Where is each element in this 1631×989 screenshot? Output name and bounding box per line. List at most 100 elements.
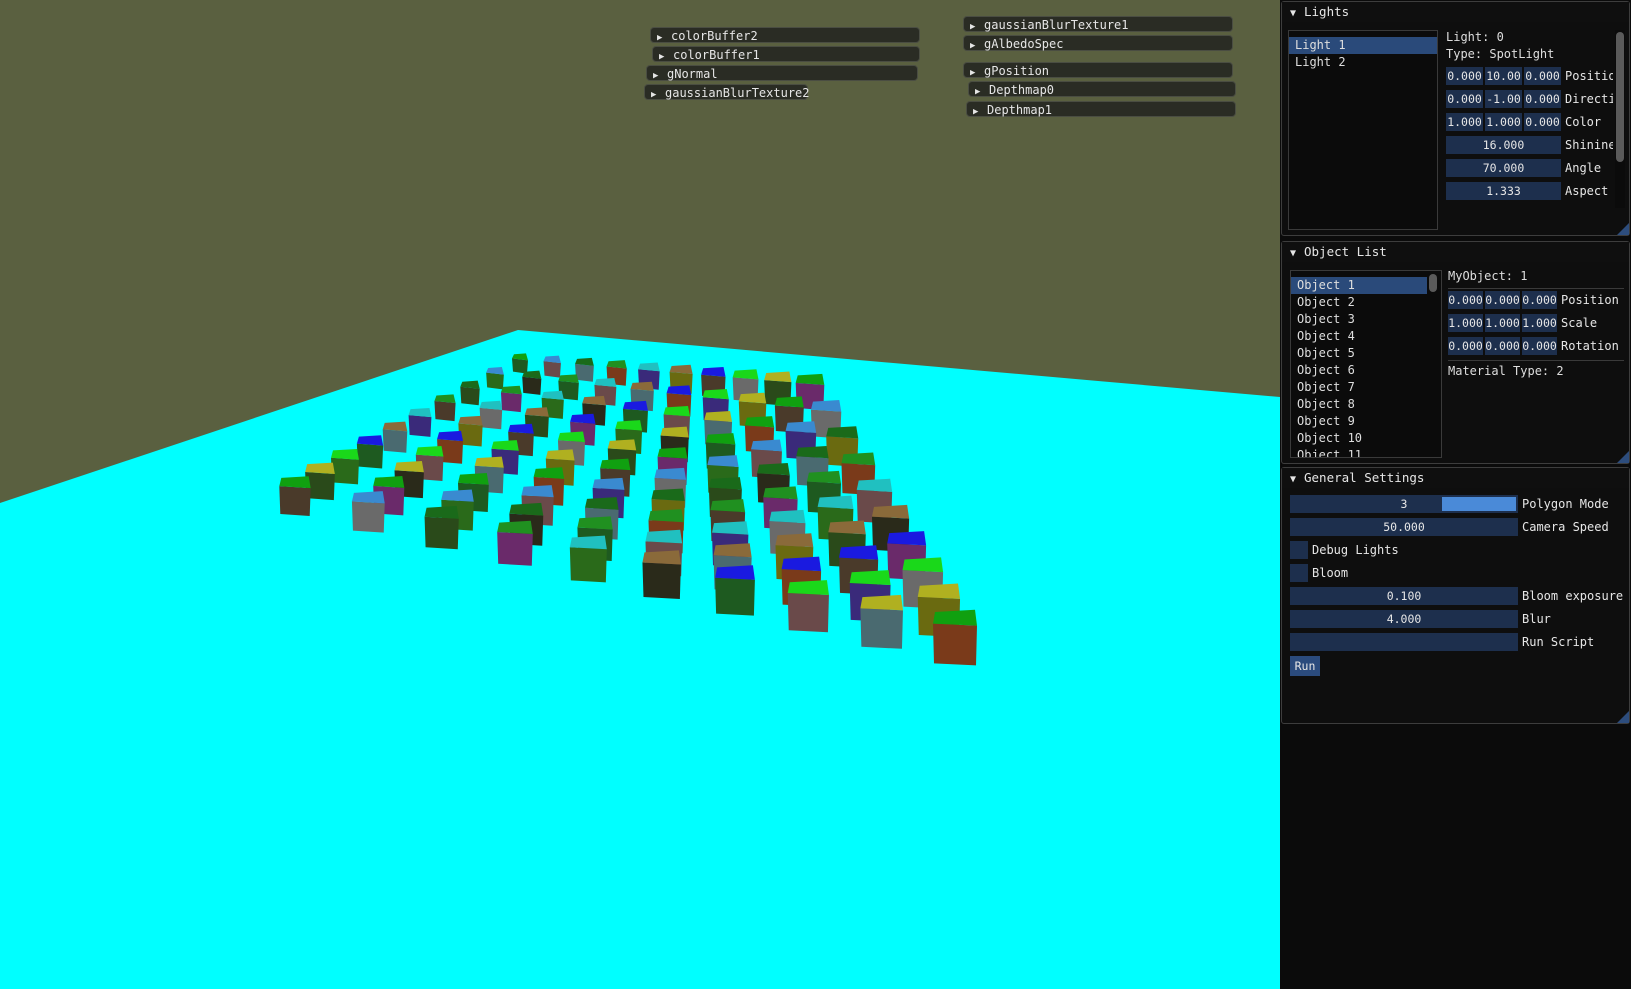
objects-scrollbar-thumb[interactable] [1429,274,1437,292]
object-list-panel-title[interactable]: ▼ Object List [1282,242,1629,262]
cube [356,435,384,469]
texture-toggle-gAlbedoSpec[interactable]: ▶ gAlbedoSpec [963,35,1233,51]
object-scale-field-2[interactable]: 1.000 [1522,314,1557,332]
object-list-item[interactable]: Object 10 [1291,430,1427,447]
light-shininess-field[interactable]: 16.000 [1446,136,1561,154]
texture-toggle-gNormal[interactable]: ▶ gNormal [646,65,918,81]
object-scale-field-0[interactable]: 1.000 [1448,314,1483,332]
bloom-checkbox[interactable] [1290,564,1308,582]
objects-list[interactable]: Object 1 Object 2 Object 3 Object 4 Object 5… [1290,270,1442,458]
texture-toggle-Depthmap0[interactable]: ▶ Depthmap0 [968,81,1236,97]
object-list-item[interactable]: Object 4 [1291,328,1427,345]
texture-toggle-label: colorBuffer1 [673,48,760,62]
light-aspect-field[interactable]: 1.333 [1446,182,1561,200]
texture-toggle-Depthmap1[interactable]: ▶ Depthmap1 [966,101,1236,117]
material-type-text: Material Type: 2 [1448,364,1564,378]
cube [569,535,607,583]
object-list-item[interactable]: Object 2 [1291,294,1427,311]
cube-top-face [645,529,683,544]
texture-toggle-gaussianBlurTexture1[interactable]: ▶ gaussianBlurTexture1 [963,16,1233,32]
cube [331,448,359,485]
cube-top-face [711,521,749,535]
debug-lights-checkbox[interactable] [1290,541,1308,559]
lights-panel-title[interactable]: ▼ Lights [1282,2,1629,22]
cube-top-face [521,485,554,498]
3d-viewport[interactable] [0,0,1280,989]
texture-toggle-gaussianBlurTexture2[interactable]: ▶ gaussianBlurTexture2 [644,84,810,100]
light-position-field-2[interactable]: 0.000 [1524,67,1561,85]
cube [512,353,528,374]
cube-front-face [500,392,522,413]
bloom-exposure-label: Bloom exposure [1522,589,1624,603]
light-aspect-label: Aspect [1565,184,1609,198]
texture-toggle-label: colorBuffer2 [671,29,758,43]
cube-top-face [424,505,459,519]
blur-field[interactable]: 4.000 [1290,610,1518,628]
object-rotation-field-1[interactable]: 0.000 [1485,337,1520,355]
object-rotation-field-0[interactable]: 0.000 [1448,337,1483,355]
camera-speed-field[interactable]: 50.000 [1290,518,1518,536]
light-position-field-1[interactable]: 10.00 [1485,67,1522,85]
cube-top-face [592,477,625,490]
object-list-item[interactable]: Object 3 [1291,311,1427,328]
object-position-field-2[interactable]: 0.000 [1522,291,1557,309]
light-list-item[interactable]: Light 1 [1289,37,1437,54]
cube-top-face [708,477,742,490]
object-rotation-field-2[interactable]: 0.000 [1522,337,1557,355]
general-settings-panel-title[interactable]: ▼ General Settings [1282,468,1629,488]
texture-toggle-colorBuffer1[interactable]: ▶ colorBuffer1 [652,46,920,62]
light-color-field-2[interactable]: 0.000 [1524,113,1561,131]
object-list-item[interactable]: Object 11 [1291,447,1427,457]
object-list-item[interactable]: Object 1 [1291,277,1427,294]
texture-toggle-colorBuffer2[interactable]: ▶ colorBuffer2 [650,27,920,43]
light-color-field-1[interactable]: 1.000 [1485,113,1522,131]
object-list-item[interactable]: Object 5 [1291,345,1427,362]
expand-triangle-icon: ▶ [659,52,665,62]
polygon-mode-slider-grab[interactable] [1442,497,1516,511]
resize-grip-icon[interactable] [1617,451,1629,463]
polygon-mode-slider[interactable]: 3 [1290,495,1518,513]
cube-top-face [810,400,842,412]
blur-label: Blur [1522,612,1551,626]
lights-panel: ▼ Lights Light 1 Light 2 Light: 0 Type: Sp… [1281,1,1630,236]
cube-top-face [769,509,806,524]
lights-scrollbar[interactable] [1615,30,1625,208]
light-angle-field[interactable]: 70.000 [1446,159,1561,177]
object-list-item[interactable]: Object 9 [1291,413,1427,430]
object-list-item[interactable]: Object 8 [1291,396,1427,413]
lights-scrollbar-thumb[interactable] [1616,32,1624,162]
light-angle-label: Angle [1565,161,1602,175]
light-direction-field-2[interactable]: 0.000 [1524,90,1561,108]
cube-top-face [787,580,829,596]
cube [642,550,681,599]
expand-triangle-icon: ▶ [657,33,663,43]
light-position-field-0[interactable]: 0.000 [1446,67,1483,85]
light-direction-field-1[interactable]: -1.00 [1485,90,1522,108]
cube-top-face [657,447,688,459]
object-position-field-0[interactable]: 0.000 [1448,291,1483,309]
cube-top-face [781,556,822,572]
objects-scrollbar[interactable] [1428,272,1438,456]
run-script-input[interactable] [1290,633,1518,651]
cube [382,421,408,453]
cube-top-face [585,497,619,510]
light-direction-field-0[interactable]: 0.000 [1446,90,1483,108]
object-scale-field-1[interactable]: 1.000 [1485,314,1520,332]
resize-grip-icon[interactable] [1617,223,1629,235]
object-separator [1448,288,1624,289]
bloom-exposure-field[interactable]: 0.100 [1290,587,1518,605]
object-list-item[interactable]: Object 7 [1291,379,1427,396]
run-button[interactable]: Run [1290,656,1320,676]
light-color-field-0[interactable]: 1.000 [1446,113,1483,131]
light-list-item[interactable]: Light 2 [1289,54,1437,71]
cube-front-face [460,386,480,406]
texture-toggle-gPosition[interactable]: ▶ gPosition [963,62,1233,78]
cube-front-face [522,376,542,395]
collapse-triangle-icon: ▼ [1290,8,1297,19]
object-list-item[interactable]: Object 6 [1291,362,1427,379]
lights-list[interactable]: Light 1 Light 2 [1288,30,1438,230]
light-index-text: Light: 0 [1446,30,1504,44]
resize-grip-icon[interactable] [1617,711,1629,723]
camera-speed-label: Camera Speed [1522,520,1609,534]
object-position-field-1[interactable]: 0.000 [1485,291,1520,309]
